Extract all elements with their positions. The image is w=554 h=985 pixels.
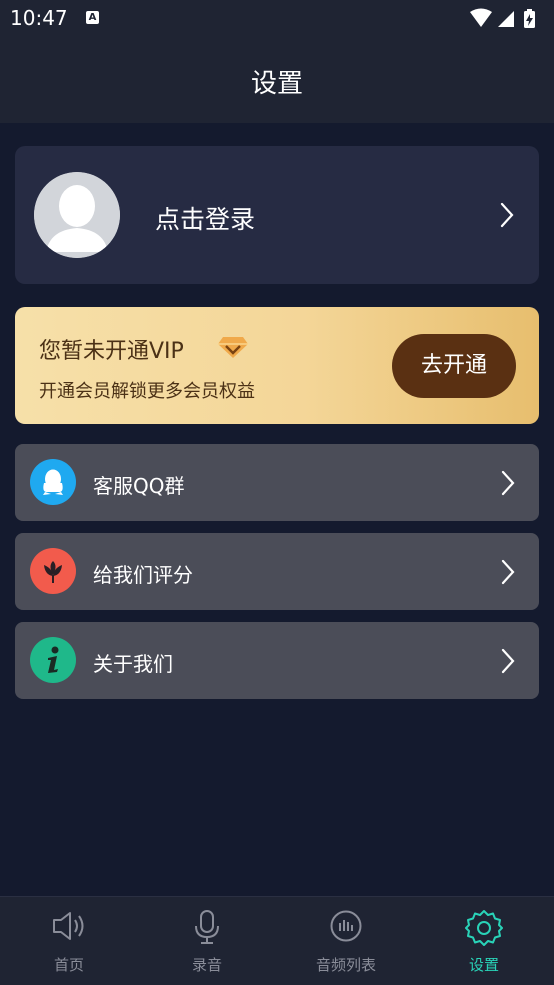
bottom-nav: 首页 录音 音频列表 设置: [0, 896, 554, 985]
menu-item-qq-group[interactable]: 客服QQ群: [15, 444, 539, 521]
chevron-right-icon: [501, 648, 515, 674]
qq-icon: [30, 459, 76, 505]
avatar: [34, 172, 120, 258]
vip-title: 您暂未开通VIP: [39, 339, 184, 364]
status-icons: [468, 8, 542, 28]
vip-card: 您暂未开通VIP 开通会员解锁更多会员权益 去开通: [15, 307, 539, 424]
menu-item-rate-us[interactable]: 给我们评分: [15, 533, 539, 610]
wifi-signal-battery-icon: [470, 8, 535, 28]
chevron-right-icon: [500, 202, 514, 228]
audio-list-icon: [330, 910, 362, 942]
nav-label: 设置: [468, 956, 499, 974]
vip-diamond-icon: [218, 337, 248, 358]
nav-item-settings[interactable]: 设置: [415, 897, 553, 985]
microphone-icon: [195, 910, 219, 944]
nav-label: 录音: [191, 956, 222, 974]
info-icon: [30, 637, 76, 683]
status-time: 10:47: [10, 6, 68, 30]
settings-gear-icon: [465, 910, 503, 946]
speaker-icon: [53, 912, 84, 940]
page-title: 设置: [250, 69, 303, 99]
chevron-right-icon: [501, 559, 515, 585]
login-label: 点击登录: [155, 205, 256, 234]
menu-label: 客服QQ群: [93, 474, 185, 498]
profile-login-card[interactable]: 点击登录: [15, 146, 539, 284]
menu-label: 给我们评分: [93, 563, 193, 587]
open-vip-button[interactable]: 去开通: [392, 334, 516, 398]
nav-label: 首页: [53, 956, 84, 974]
vip-subtitle: 开通会员解锁更多会员权益: [39, 381, 255, 402]
notification-icon: A: [86, 11, 99, 24]
menu-label: 关于我们: [93, 652, 173, 676]
nav-item-record[interactable]: 录音: [138, 897, 276, 985]
nav-item-home[interactable]: 首页: [0, 897, 138, 985]
nav-item-audio-list[interactable]: 音频列表: [277, 897, 415, 985]
chevron-right-icon: [501, 470, 515, 496]
nav-label: 音频列表: [315, 956, 376, 974]
rate-flower-icon: [30, 548, 76, 594]
header: 设置: [0, 38, 554, 123]
menu-item-about-us[interactable]: 关于我们: [15, 622, 539, 699]
status-bar: 10:47 A: [0, 0, 554, 38]
default-avatar-icon: [34, 172, 120, 258]
